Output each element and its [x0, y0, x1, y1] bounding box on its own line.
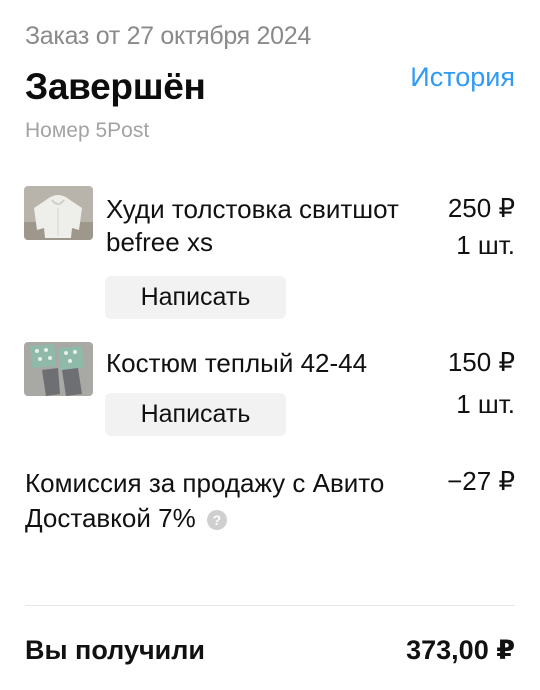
item-price: 150 ₽ — [447, 347, 515, 377]
commission-label: Комиссия за продажу с Авито Доставкой 7% — [25, 468, 385, 533]
item-quantity: 1 шт. — [456, 389, 515, 419]
write-seller-button[interactable]: Написать — [105, 393, 286, 436]
item-thumbnail-hoodie[interactable] — [24, 186, 93, 240]
help-icon[interactable]: ? — [206, 510, 227, 530]
divider — [25, 605, 515, 606]
hoodie-photo-icon — [24, 186, 93, 240]
commission-value: −27 ₽ — [447, 466, 515, 496]
total-value: 373,00 ₽ — [406, 635, 515, 665]
item-quantity: 1 шт. — [456, 230, 515, 260]
order-number: Номер 5Post — [25, 119, 150, 142]
item-thumbnail-suit[interactable] — [24, 342, 93, 396]
order-date: Заказ от 27 октября 2024 — [25, 22, 311, 50]
commission-label-block: Комиссия за продажу с Авито Доставкой 7%… — [25, 466, 405, 536]
item-title[interactable]: Худи толстовка свитшот befree xs — [106, 193, 416, 259]
total-label: Вы получили — [25, 635, 206, 665]
suit-photo-icon — [24, 342, 93, 396]
item-title[interactable]: Костюм теплый 42-44 — [106, 347, 416, 380]
order-status-title: Завершён — [25, 66, 206, 107]
history-link[interactable]: История — [410, 62, 515, 93]
item-price: 250 ₽ — [447, 193, 515, 223]
write-seller-button[interactable]: Написать — [105, 276, 286, 319]
